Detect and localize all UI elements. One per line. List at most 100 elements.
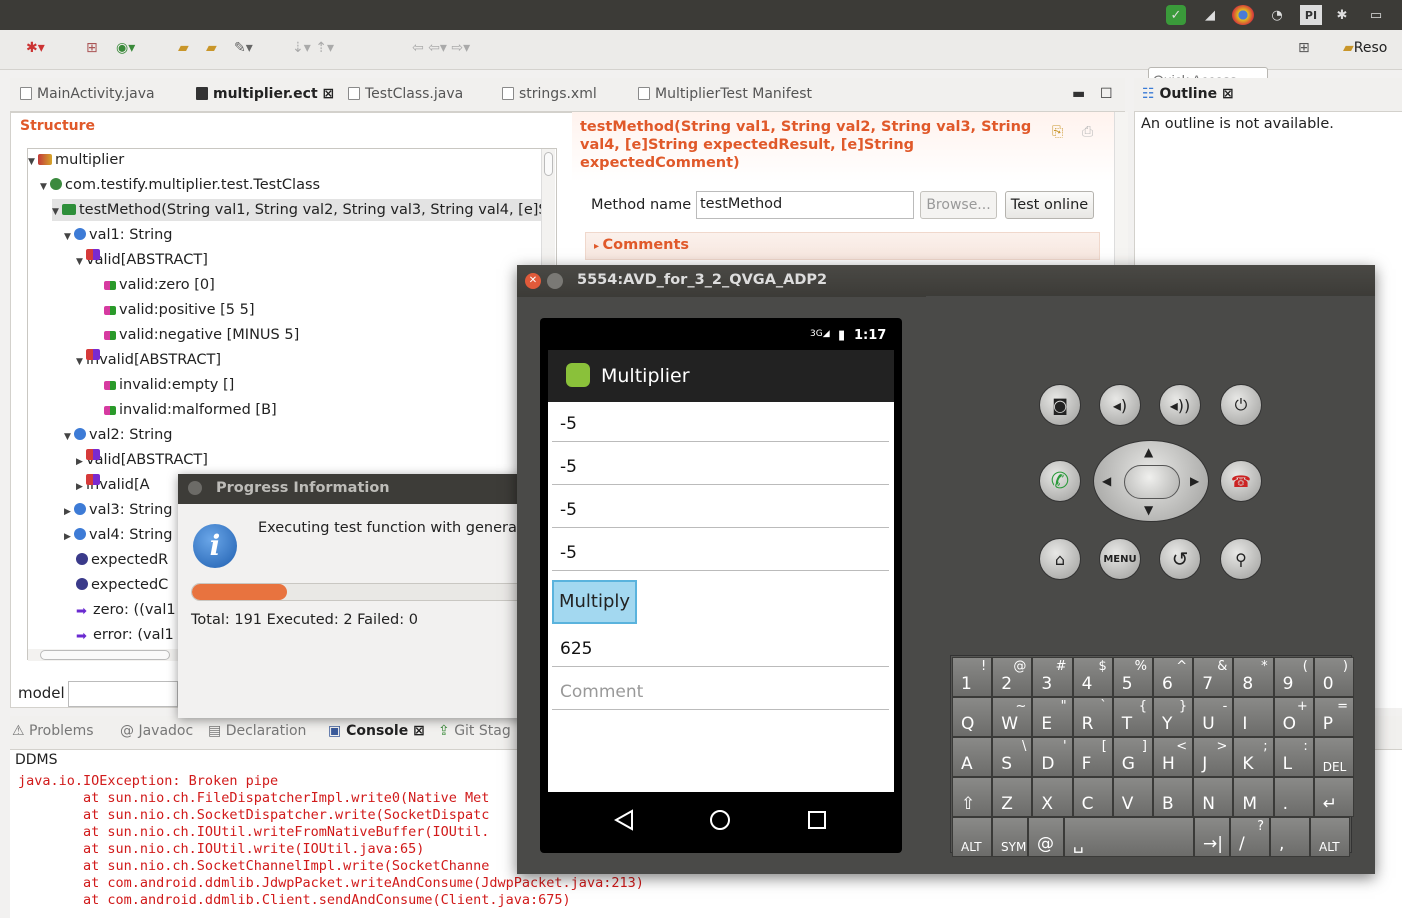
key-4-6[interactable]: , [1270, 817, 1310, 857]
key-2-3[interactable]: F[ [1072, 737, 1113, 777]
back-icon[interactable]: ⇦ ⇦▾ ⇨▾ [412, 40, 470, 56]
tab-strings-xml[interactable]: strings.xml [502, 86, 597, 102]
key-2-1[interactable]: S \ [992, 737, 1033, 777]
java-source-icon[interactable]: ⎙ [1082, 124, 1093, 140]
close-tab-icon[interactable]: ⊠ [323, 86, 335, 102]
volume-up-button[interactable]: ◂)) [1159, 384, 1201, 426]
key-0-0[interactable]: 1! [952, 657, 993, 697]
network-icon[interactable]: ◢ [1200, 5, 1220, 25]
tab-testclass[interactable]: TestClass.java [348, 86, 463, 102]
key-1-5[interactable]: Y} [1153, 697, 1194, 737]
key-4-4[interactable]: →| [1194, 817, 1230, 857]
next-annotation-icon[interactable]: ⇣▾ ⇡▾ [292, 40, 334, 56]
key-4-7[interactable]: ALT [1310, 817, 1350, 857]
tab-manifest[interactable]: MultiplierTest Manifest [638, 86, 812, 102]
end-call-button[interactable]: ☎ [1220, 460, 1262, 502]
key-2-5[interactable]: H < [1153, 737, 1194, 777]
key-1-8[interactable]: O + [1273, 697, 1314, 737]
number-field-1[interactable]: -5 [552, 402, 889, 442]
tab-javadoc[interactable]: @ Javadoc [120, 723, 193, 739]
key-2-9[interactable]: DEL [1313, 737, 1354, 777]
key-4-3[interactable]: ␣ [1064, 817, 1194, 857]
open-folder-icon[interactable]: ▰ [178, 40, 189, 56]
search-button[interactable]: ⚲ [1220, 538, 1262, 580]
key-0-9[interactable]: 0) [1313, 657, 1354, 697]
dpad-left-icon[interactable]: ◀ [1102, 474, 1111, 488]
key-2-4[interactable]: G] [1112, 737, 1153, 777]
tree-node-invalid-malformed[interactable]: invalid:malformed [B] [104, 399, 277, 421]
export-icon[interactable]: ⎘ [1052, 124, 1063, 140]
tab-declaration[interactable]: ▤ Declaration [208, 723, 306, 739]
tree-node-expected-comment[interactable]: expectedC [76, 574, 168, 596]
debug-icon[interactable]: ✱▾ [26, 40, 45, 56]
tree-node-valid-negative[interactable]: valid:negative [MINUS 5] [104, 324, 299, 346]
close-tab-icon[interactable]: ⊠ [413, 723, 425, 739]
battery-icon[interactable]: ▭ [1362, 5, 1390, 25]
tab-git-staging[interactable]: ⇪ Git Stag [438, 723, 511, 739]
tree-node-valid-positive[interactable]: valid:positive [5 5] [104, 299, 254, 321]
tab-outline[interactable]: ☷ Outline ⊠ [1142, 86, 1234, 102]
key-0-7[interactable]: 8 * [1233, 657, 1274, 697]
bluetooth-icon[interactable]: ✱ [1334, 5, 1350, 25]
key-2-7[interactable]: K; [1233, 737, 1274, 777]
close-tab-icon[interactable]: ⊠ [1222, 86, 1234, 102]
tree-node-method[interactable]: ▼ testMethod(String val1, String val2, St… [52, 199, 542, 221]
key-0-2[interactable]: 3 # [1032, 657, 1073, 697]
dpad-up-icon[interactable]: ▲ [1144, 445, 1153, 459]
tree-node-rule-error[interactable]: ➡ error: (val1 [76, 624, 174, 646]
number-field-3[interactable]: -5 [552, 488, 889, 528]
tree-node-valid-zero[interactable]: valid:zero [0] [104, 274, 215, 296]
key-4-1[interactable]: SYM [992, 817, 1028, 857]
tab-console[interactable]: ▣ Console ⊠ [328, 723, 425, 739]
key-0-1[interactable]: 2 @ [992, 657, 1033, 697]
build-icon[interactable]: ⊞ [86, 40, 98, 56]
key-3-8[interactable]: . [1273, 777, 1314, 817]
close-dialog-icon[interactable] [188, 481, 202, 495]
back-button[interactable]: ↺ [1159, 538, 1201, 580]
key-1-4[interactable]: T{ [1112, 697, 1153, 737]
dpad-right-icon[interactable]: ▶ [1190, 474, 1199, 488]
dpad-center-button[interactable] [1124, 465, 1180, 499]
back-nav-icon[interactable] [614, 809, 634, 831]
call-button[interactable]: ✆ [1039, 460, 1081, 502]
key-4-5[interactable]: /? [1230, 817, 1270, 857]
key-3-7[interactable]: M [1233, 777, 1274, 817]
tree-node-val1[interactable]: ▼ val1: String [64, 224, 173, 246]
number-field-2[interactable]: -5 [552, 445, 889, 485]
open-perspective-icon[interactable]: ⊞ [1298, 40, 1310, 56]
tree-node-val2[interactable]: ▼ val2: String [64, 424, 173, 446]
tree-node-val2-invalid[interactable]: ▶ invalid[A [76, 474, 150, 496]
model-input[interactable] [68, 681, 178, 707]
tree-node-root[interactable]: ▼ multiplier [28, 149, 124, 171]
wifi-icon[interactable]: ◔ [1266, 5, 1288, 25]
key-1-0[interactable]: Q [952, 697, 993, 737]
comment-field[interactable]: Comment [552, 670, 889, 710]
maximize-icon[interactable]: ☐ [1100, 86, 1113, 102]
home-button[interactable]: ⌂ [1039, 538, 1081, 580]
key-1-6[interactable]: U- [1193, 697, 1234, 737]
close-window-icon[interactable]: ✕ [525, 273, 541, 289]
multiply-button[interactable]: Multiply [552, 580, 637, 624]
key-3-1[interactable]: Z [992, 777, 1033, 817]
test-online-button[interactable]: Test online [1005, 191, 1094, 219]
tree-node-expected-result[interactable]: expectedR [76, 549, 168, 571]
volume-down-button[interactable]: ◂) [1099, 384, 1141, 426]
key-1-7[interactable]: I [1233, 697, 1274, 737]
key-1-9[interactable]: P = [1313, 697, 1354, 737]
result-field[interactable]: 625 [552, 627, 889, 667]
key-3-0[interactable]: ⇧ [952, 777, 993, 817]
key-3-5[interactable]: B [1153, 777, 1194, 817]
chrome-icon[interactable] [1232, 5, 1254, 25]
run-icon[interactable]: ◉▾ [116, 40, 135, 56]
menu-button[interactable]: MENU [1099, 538, 1141, 580]
key-3-3[interactable]: C [1072, 777, 1113, 817]
key-3-9[interactable]: ↵ [1313, 777, 1354, 817]
key-0-5[interactable]: 6 ^ [1153, 657, 1194, 697]
browse-button[interactable]: Browse... [920, 191, 997, 219]
key-1-3[interactable]: R ` [1072, 697, 1113, 737]
key-0-6[interactable]: 7 & [1193, 657, 1234, 697]
method-name-input[interactable]: testMethod [696, 191, 914, 219]
tree-node-invalid[interactable]: ▼ invalid[ABSTRACT] [76, 349, 221, 371]
tree-node-invalid-empty[interactable]: invalid:empty [] [104, 374, 234, 396]
tab-multiplier-ect[interactable]: multiplier.ect ⊠ [196, 86, 334, 102]
